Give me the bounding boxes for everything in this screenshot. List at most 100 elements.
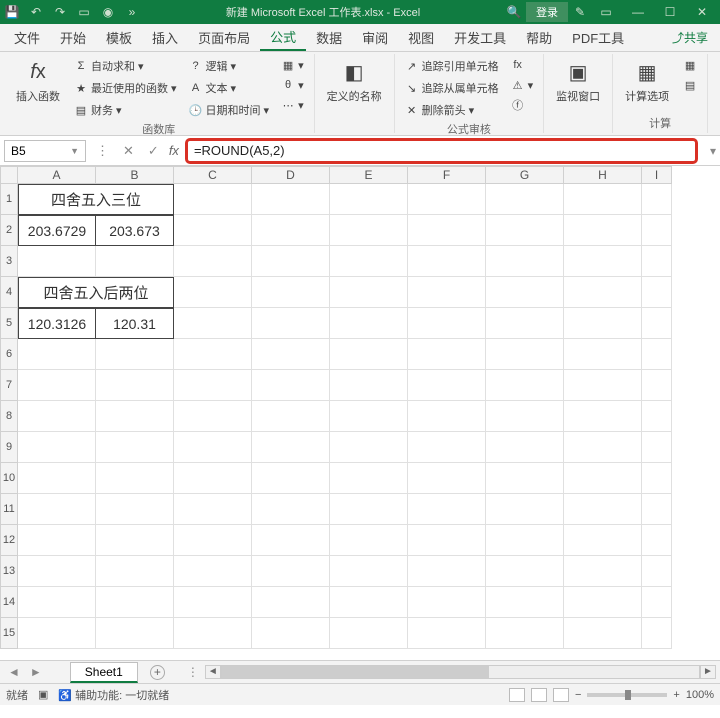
cell[interactable] <box>96 246 174 277</box>
error-check-button[interactable]: ⚠▾ <box>507 76 538 94</box>
cell[interactable] <box>642 401 672 432</box>
col-head-a[interactable]: A <box>18 166 96 184</box>
remove-arrows-button[interactable]: ✕删除箭头 ▾ <box>401 100 503 120</box>
cell[interactable] <box>252 618 330 649</box>
tab-insert[interactable]: 插入 <box>142 24 188 51</box>
cell[interactable] <box>642 184 672 215</box>
cell[interactable] <box>96 494 174 525</box>
cell[interactable] <box>408 494 486 525</box>
more-icon[interactable]: » <box>124 4 140 20</box>
zoom-out-button[interactable]: − <box>575 689 581 701</box>
cell[interactable] <box>174 339 252 370</box>
search-icon[interactable]: 🔍 <box>506 4 522 20</box>
tab-pdf[interactable]: PDF工具 <box>562 24 634 51</box>
record-icon[interactable]: ▣ <box>38 688 48 701</box>
insert-function-button[interactable]: fx 插入函数 <box>10 56 66 106</box>
row-head[interactable]: 10 <box>0 463 18 494</box>
cell[interactable] <box>408 215 486 246</box>
cell[interactable] <box>486 308 564 339</box>
tab-formulas[interactable]: 公式 <box>260 24 306 51</box>
cell[interactable] <box>252 308 330 339</box>
cell[interactable] <box>564 370 642 401</box>
redo-icon[interactable]: ↷ <box>52 4 68 20</box>
scroll-left-button[interactable]: ◄ <box>205 665 221 679</box>
undo-icon[interactable]: ↶ <box>28 4 44 20</box>
cell[interactable] <box>330 401 408 432</box>
row-head[interactable]: 4 <box>0 277 18 308</box>
cell[interactable] <box>18 339 96 370</box>
close-icon[interactable]: ✕ <box>688 5 716 19</box>
cell[interactable] <box>252 401 330 432</box>
select-all-corner[interactable] <box>0 166 18 184</box>
cell[interactable] <box>564 494 642 525</box>
expand-icon[interactable]: ▾ <box>710 144 716 158</box>
cell[interactable] <box>174 401 252 432</box>
cell[interactable] <box>174 246 252 277</box>
merged-cell[interactable]: 四舍五入后两位 <box>18 277 174 308</box>
col-head-e[interactable]: E <box>330 166 408 184</box>
row-head[interactable]: 8 <box>0 401 18 432</box>
cell[interactable] <box>330 556 408 587</box>
worksheet[interactable]: ABCDEFGHI 1四舍五入三位2203.6729203.67334四舍五入后… <box>0 166 720 660</box>
cell[interactable] <box>330 463 408 494</box>
cell[interactable] <box>96 587 174 618</box>
cell[interactable] <box>330 618 408 649</box>
cell[interactable] <box>174 618 252 649</box>
cell[interactable]: 203.673 <box>96 215 174 246</box>
cell[interactable] <box>486 401 564 432</box>
cell[interactable] <box>174 370 252 401</box>
cell[interactable] <box>408 463 486 494</box>
cell[interactable] <box>486 215 564 246</box>
cancel-formula-button[interactable]: ✕ <box>119 143 138 159</box>
merged-cell[interactable]: 四舍五入三位 <box>18 184 174 215</box>
cell[interactable] <box>330 246 408 277</box>
cell[interactable] <box>564 432 642 463</box>
cell[interactable] <box>642 246 672 277</box>
tab-home[interactable]: 开始 <box>50 24 96 51</box>
zoom-in-button[interactable]: + <box>673 689 679 701</box>
cell[interactable] <box>642 432 672 463</box>
tab-review[interactable]: 审阅 <box>352 24 398 51</box>
cell[interactable] <box>174 525 252 556</box>
cell[interactable] <box>408 308 486 339</box>
save-icon[interactable]: 💾 <box>4 4 20 20</box>
cell[interactable] <box>174 494 252 525</box>
share-button[interactable]: ⤴ 共享 <box>660 24 720 51</box>
formula-input[interactable]: =ROUND(A5,2) <box>185 138 698 164</box>
tab-file[interactable]: 文件 <box>4 24 50 51</box>
view-layout-button[interactable] <box>531 688 547 702</box>
cell[interactable] <box>330 184 408 215</box>
cell[interactable] <box>486 184 564 215</box>
row-head[interactable]: 11 <box>0 494 18 525</box>
row-head[interactable]: 2 <box>0 215 18 246</box>
calc-now-button[interactable]: ▦ <box>679 56 701 74</box>
tab-template[interactable]: 模板 <box>96 24 142 51</box>
sheet-nav-next[interactable]: ► <box>26 665 46 679</box>
cell[interactable] <box>96 618 174 649</box>
cell[interactable] <box>564 339 642 370</box>
cell[interactable] <box>486 246 564 277</box>
cell[interactable] <box>174 308 252 339</box>
cell[interactable] <box>330 494 408 525</box>
cell[interactable] <box>18 463 96 494</box>
cell[interactable] <box>96 401 174 432</box>
enter-formula-button[interactable]: ✓ <box>144 143 163 159</box>
cell[interactable] <box>96 463 174 494</box>
cell[interactable] <box>564 618 642 649</box>
cell[interactable] <box>564 556 642 587</box>
cell[interactable] <box>408 525 486 556</box>
scroll-right-button[interactable]: ► <box>700 665 716 679</box>
col-head-h[interactable]: H <box>564 166 642 184</box>
cell[interactable] <box>642 277 672 308</box>
cell[interactable] <box>174 215 252 246</box>
cell[interactable] <box>486 587 564 618</box>
calc-options-button[interactable]: ▦ 计算选项 <box>619 56 675 106</box>
cell[interactable] <box>564 463 642 494</box>
view-normal-button[interactable] <box>509 688 525 702</box>
autosum-button[interactable]: Σ自动求和 ▾ <box>70 56 181 76</box>
cell[interactable] <box>486 556 564 587</box>
maximize-icon[interactable]: ☐ <box>656 5 684 19</box>
row-head[interactable]: 6 <box>0 339 18 370</box>
cell[interactable] <box>252 587 330 618</box>
cell[interactable] <box>18 432 96 463</box>
